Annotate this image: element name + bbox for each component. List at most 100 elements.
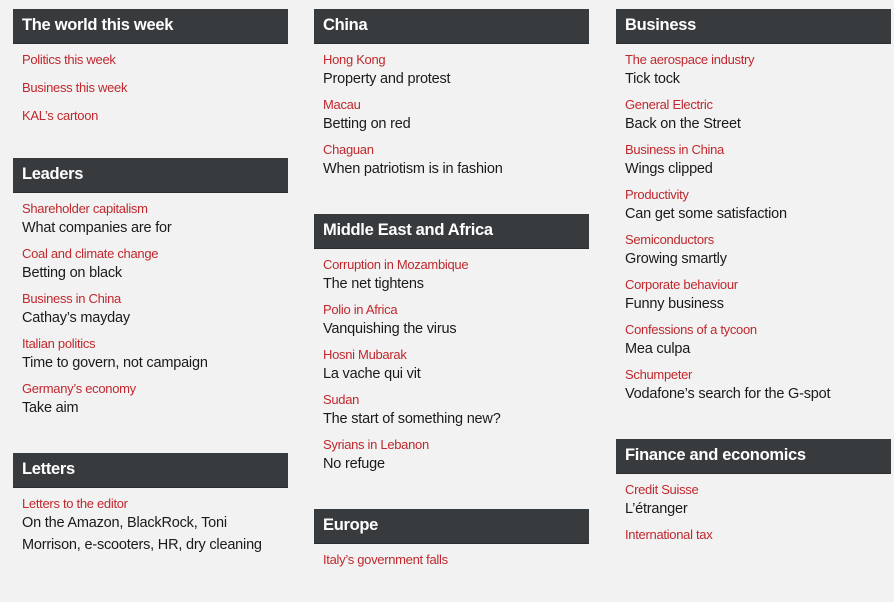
article-headline-link[interactable]: Vanquishing the virus [323,318,589,340]
section: The world this week Politics this week Bus… [13,9,288,124]
article-item[interactable]: Italy’s government falls [323,552,589,568]
section-header[interactable]: Business [616,9,891,44]
article-item[interactable]: Coal and climate change Betting on black [22,246,288,284]
article-item[interactable]: Macau Betting on red [323,97,589,135]
article-rubric-link[interactable]: Syrians in Lebanon [323,437,589,453]
article-item[interactable]: Semiconductors Growing smartly [625,232,891,270]
article-headline-link[interactable]: The net tightens [323,273,589,295]
article-item[interactable]: Letters to the editor On the Amazon, Blac… [22,496,288,556]
article-rubric-link[interactable]: Business in China [22,291,288,307]
section: Leaders Shareholder capitalism What compan… [13,158,288,419]
article-rubric-link[interactable]: Germany’s economy [22,381,288,397]
article-rubric-link[interactable]: Business in China [625,142,891,158]
article-item[interactable]: Business in China Cathay’s mayday [22,291,288,329]
article-headline-link[interactable]: Property and protest [323,68,589,90]
article-headline-link[interactable]: When patriotism is in fashion [323,158,589,180]
article-rubric-link[interactable]: Chaguan [323,142,589,158]
article-item[interactable]: Corporate behaviour Funny business [625,277,891,315]
article-headline-link[interactable]: L’étranger [625,498,891,520]
article-item[interactable]: Hosni Mubarak La vache qui vit [323,347,589,385]
section-header[interactable]: Middle East and Africa [314,214,589,249]
article-rubric-link[interactable]: The aerospace industry [625,52,891,68]
article-headline-link[interactable]: Growing smartly [625,248,891,270]
article-item[interactable]: Schumpeter Vodafone’s search for the G-sp… [625,367,891,405]
article-rubric-link[interactable]: General Electric [625,97,891,113]
article-rubric-link[interactable]: Politics this week [22,52,288,68]
article-rubric-link[interactable]: Credit Suisse [625,482,891,498]
article-item[interactable]: Chaguan When patriotism is in fashion [323,142,589,180]
article-item[interactable]: Italian politics Time to govern, not camp… [22,336,288,374]
section-header[interactable]: The world this week [13,9,288,44]
article-rubric-link[interactable]: Hong Kong [323,52,589,68]
article-item[interactable]: General Electric Back on the Street [625,97,891,135]
article-headline-link[interactable]: Vodafone’s search for the G-spot [625,383,891,405]
article-item[interactable]: Sudan The start of something new? [323,392,589,430]
section-header[interactable]: China [314,9,589,44]
article-headline-link[interactable]: Mea culpa [625,338,891,360]
section-header[interactable]: Letters [13,453,288,488]
article-headline-link[interactable]: Wings clipped [625,158,891,180]
article-item[interactable]: Credit Suisse L’étranger [625,482,891,520]
article-rubric-link[interactable]: Italian politics [22,336,288,352]
article-rubric-link[interactable]: Shareholder capitalism [22,201,288,217]
section-header[interactable]: Finance and economics [616,439,891,474]
article-item[interactable]: Syrians in Lebanon No refuge [323,437,589,475]
article-rubric-link[interactable]: Business this week [22,80,288,96]
article-rubric-link[interactable]: Polio in Africa [323,302,589,318]
article-headline-link[interactable]: Funny business [625,293,891,315]
article-item[interactable]: Business in China Wings clipped [625,142,891,180]
section: China Hong Kong Property and protest Macau B… [314,9,589,180]
article-item[interactable]: Business this week [22,80,288,96]
article-headline-link[interactable]: Cathay’s mayday [22,307,288,329]
article-item[interactable]: Hong Kong Property and protest [323,52,589,90]
section-header[interactable]: Europe [314,509,589,544]
article-rubric-link[interactable]: Coal and climate change [22,246,288,262]
article-headline-link[interactable]: Can get some satisfaction [625,203,891,225]
section: Europe Italy’s government falls [314,509,589,568]
article-item[interactable]: The aerospace industry Tick tock [625,52,891,90]
article-rubric-link[interactable]: Hosni Mubarak [323,347,589,363]
article-item[interactable]: International tax [625,527,891,543]
article-list: Politics this week Business this week KAL’… [13,44,288,124]
article-headline-link[interactable]: Tick tock [625,68,891,90]
article-headline-link[interactable]: Betting on red [323,113,589,135]
column-2: China Hong Kong Property and protest Macau B… [314,9,589,602]
article-item[interactable]: Politics this week [22,52,288,68]
article-item[interactable]: Polio in Africa Vanquishing the virus [323,302,589,340]
article-headline-link[interactable]: No refuge [323,453,589,475]
section: Finance and economics Credit Suisse L’étra… [616,439,891,543]
article-headline-link[interactable]: La vache qui vit [323,363,589,385]
article-headline-link[interactable]: The start of something new? [323,408,589,430]
article-rubric-link[interactable]: KAL’s cartoon [22,108,288,124]
article-item[interactable]: Shareholder capitalism What companies are… [22,201,288,239]
article-headline-link[interactable]: Betting on black [22,262,288,284]
article-headline-link[interactable]: What companies are for [22,217,288,239]
article-list: Shareholder capitalism What companies are… [13,193,288,419]
article-rubric-link[interactable]: Macau [323,97,589,113]
article-rubric-link[interactable]: Italy’s government falls [323,552,589,568]
article-rubric-link[interactable]: Sudan [323,392,589,408]
article-item[interactable]: Germany’s economy Take aim [22,381,288,419]
article-rubric-link[interactable]: Semiconductors [625,232,891,248]
article-item[interactable]: Confessions of a tycoon Mea culpa [625,322,891,360]
article-headline-link[interactable]: Time to govern, not campaign [22,352,288,374]
article-list: Credit Suisse L’étranger International tax [616,474,891,543]
article-item[interactable]: KAL’s cartoon [22,108,288,124]
article-rubric-link[interactable]: Schumpeter [625,367,891,383]
section: Middle East and Africa Corruption in Moza… [314,214,589,475]
article-rubric-link[interactable]: Corporate behaviour [625,277,891,293]
article-rubric-link[interactable]: Letters to the editor [22,496,288,512]
article-rubric-link[interactable]: International tax [625,527,891,543]
article-rubric-link[interactable]: Productivity [625,187,891,203]
article-headline-link[interactable]: Take aim [22,397,288,419]
article-rubric-link[interactable]: Corruption in Mozambique [323,257,589,273]
section-header[interactable]: Leaders [13,158,288,193]
article-list: Italy’s government falls [314,544,589,568]
article-item[interactable]: Corruption in Mozambique The net tightens [323,257,589,295]
article-item[interactable]: Productivity Can get some satisfaction [625,187,891,225]
article-headline-link[interactable]: On the Amazon, BlackRock, Toni Morrison,… [22,512,288,556]
article-headline-link[interactable]: Back on the Street [625,113,891,135]
article-list: Corruption in Mozambique The net tightens… [314,249,589,475]
article-rubric-link[interactable]: Confessions of a tycoon [625,322,891,338]
article-list: Hong Kong Property and protest Macau Bettin… [314,44,589,180]
